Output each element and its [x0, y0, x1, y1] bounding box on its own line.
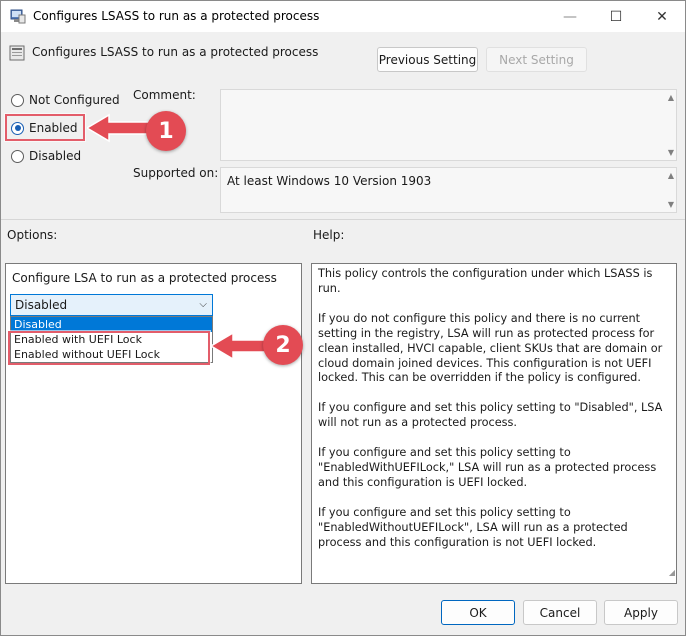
comment-textarea[interactable]: ▲ ▼: [220, 89, 677, 161]
radio-button[interactable]: [11, 149, 24, 163]
supported-on-value: At least Windows 10 Version 1903: [227, 174, 432, 188]
title-bar[interactable]: Configures LSASS to run as a protected p…: [1, 1, 685, 32]
scroll-up-icon[interactable]: ▲: [668, 93, 674, 102]
next-setting-button[interactable]: Next Setting: [486, 47, 587, 72]
radio-label: Disabled: [29, 149, 82, 163]
supported-on-label: Supported on:: [133, 166, 219, 180]
divider: [1, 219, 685, 220]
radio-label: Not Configured: [29, 93, 120, 107]
help-paragraph: If you configure and set this policy set…: [318, 505, 628, 549]
maximize-icon[interactable]: ☐: [593, 1, 639, 32]
scroll-up-icon[interactable]: ▲: [668, 171, 674, 180]
options-label: Options:: [7, 228, 58, 242]
help-text-panel: This policy controls the configuration u…: [311, 263, 677, 584]
close-icon[interactable]: ✕: [639, 1, 685, 32]
policy-editor-icon: [10, 9, 26, 24]
help-label: Help:: [313, 228, 345, 242]
policy-setting-icon: [9, 45, 25, 61]
policy-dialog: Configures LSASS to run as a protected p…: [0, 0, 686, 636]
help-paragraph: If you configure and set this policy set…: [318, 446, 657, 489]
policy-title: Configures LSASS to run as a protected p…: [32, 45, 319, 59]
lsa-mode-dropdown[interactable]: Disabled ⌵: [10, 294, 213, 316]
chevron-down-icon[interactable]: ⌵: [199, 299, 207, 310]
radio-not-configured[interactable]: Not Configured: [11, 91, 120, 109]
supported-on-field: At least Windows 10 Version 1903 ▲ ▼: [220, 167, 677, 213]
uefi-options-highlight-box: [8, 331, 210, 365]
window-title: Configures LSASS to run as a protected p…: [33, 9, 320, 23]
previous-setting-button[interactable]: Previous Setting: [377, 47, 478, 72]
dropdown-option-disabled[interactable]: Disabled: [11, 317, 212, 332]
resize-grip-icon: ◢: [668, 568, 675, 578]
scroll-down-icon[interactable]: ▼: [668, 148, 674, 157]
radio-disabled[interactable]: Disabled: [11, 147, 81, 165]
options-panel: Configure LSA to run as a protected proc…: [5, 263, 302, 584]
lsa-setting-label: Configure LSA to run as a protected proc…: [12, 271, 277, 285]
minimize-icon[interactable]: —: [547, 1, 593, 32]
radio-button[interactable]: [11, 93, 24, 107]
comment-label: Comment:: [133, 88, 196, 102]
callout-badge-2: 2: [263, 325, 303, 365]
help-paragraph: This policy controls the configuration u…: [318, 267, 653, 295]
apply-button[interactable]: Apply: [604, 600, 678, 625]
cancel-button[interactable]: Cancel: [523, 600, 597, 625]
help-paragraph: If you do not configure this policy and …: [318, 311, 663, 385]
enabled-highlight-box: [5, 114, 85, 141]
scroll-down-icon[interactable]: ▼: [668, 200, 674, 209]
ok-button[interactable]: OK: [441, 600, 515, 625]
dropdown-selected-value: Disabled: [15, 298, 68, 312]
callout-badge-1: 1: [146, 111, 186, 151]
help-paragraph: If you configure and set this policy set…: [318, 401, 663, 430]
